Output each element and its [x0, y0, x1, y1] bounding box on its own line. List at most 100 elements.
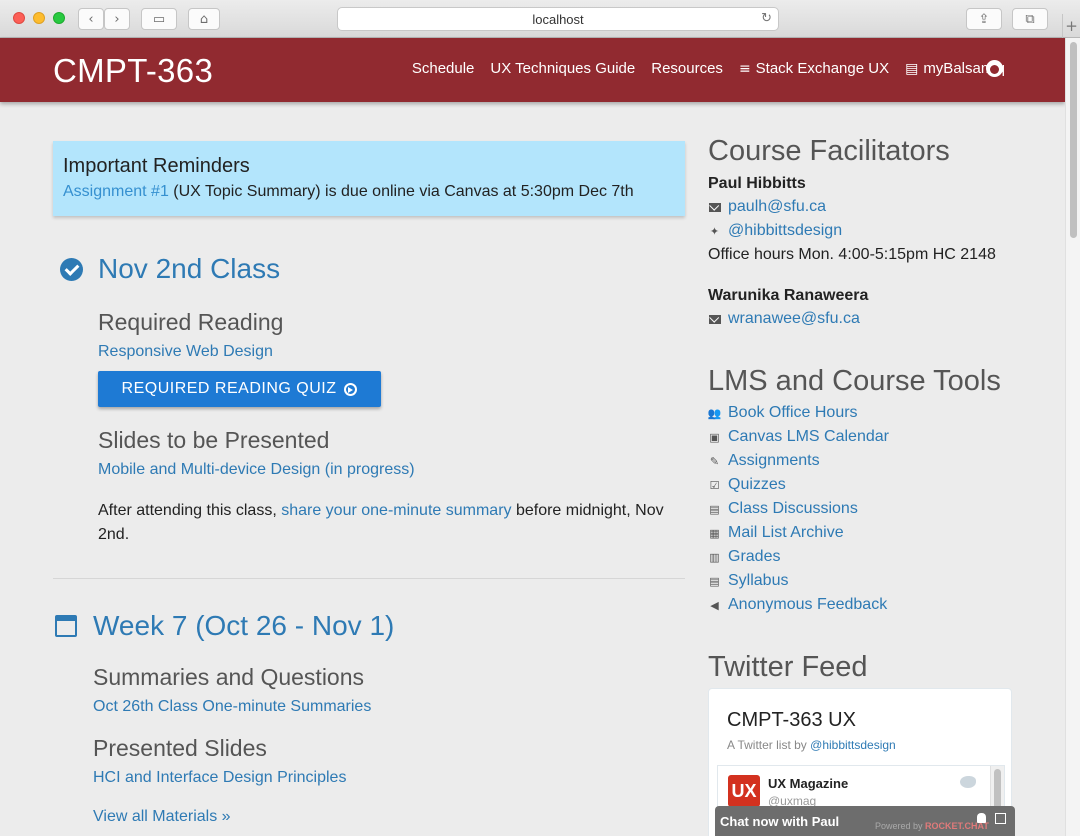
tweet-author-name[interactable]: UX Magazine	[768, 776, 848, 791]
nav-link-stack-exchange[interactable]: ≡ Stack Exchange UX	[739, 60, 889, 77]
lms-item-label: Syllabus	[728, 572, 789, 589]
sidebar-icon: ▭	[152, 11, 166, 27]
lms-item-assignments[interactable]: ✎ Assignments	[708, 452, 820, 470]
facilitator1-email[interactable]: paulh@sfu.ca	[728, 198, 826, 216]
presented-slides-heading: Presented Slides	[93, 735, 267, 761]
lms-item-label: Anonymous Feedback	[728, 596, 888, 613]
facilitator1-email-row: paulh@sfu.ca	[708, 198, 826, 216]
chat-label: Chat now with Paul	[720, 814, 840, 829]
chevron-right-icon: ›	[114, 11, 120, 27]
megaphone-icon: ◀	[710, 598, 719, 612]
lms-item-grades[interactable]: ▥ Grades	[708, 548, 780, 566]
summaries-link[interactable]: Oct 26th Class One-minute Summaries	[93, 698, 371, 716]
lms-item-book-office-hours[interactable]: 👥 Book Office Hours	[708, 404, 858, 422]
twitter-bird-icon	[960, 776, 976, 788]
office-hours-text: Office hours Mon. 4:00-5:15pm HC 2148	[708, 246, 996, 263]
chat-widget[interactable]: Chat now with Paul Powered by ROCKET.CHA…	[715, 806, 1015, 836]
assignment-link[interactable]: Assignment #1	[63, 183, 169, 200]
reading-quiz-button[interactable]: REQUIRED READING QUIZ	[98, 371, 381, 407]
lms-item-canvas-calendar[interactable]: ▣ Canvas LMS Calendar	[708, 428, 889, 446]
facilitator1-twitter[interactable]: @hibbittsdesign	[728, 222, 842, 240]
site-brand[interactable]: CMPT-363	[53, 52, 213, 90]
week7-section-heading: Week 7 (Oct 26 - Nov 1)	[55, 610, 394, 642]
double-chevron-icon: »	[221, 808, 231, 825]
check-circle-icon	[60, 257, 83, 281]
tabs-button[interactable]: ⧉	[1012, 8, 1048, 30]
discussion-icon: ▤	[709, 502, 720, 516]
nav-link-resources[interactable]: Resources	[651, 60, 723, 77]
chevron-left-icon: ‹	[88, 11, 94, 27]
after-prefix: After attending this class,	[98, 502, 282, 519]
home-button[interactable]: ⌂	[188, 8, 220, 30]
twitter-sub-prefix: A Twitter list by	[727, 738, 811, 752]
url-text: localhost	[532, 11, 584, 27]
email-icon	[708, 201, 721, 214]
lms-item-label: Assignments	[728, 452, 820, 469]
nav-links: Schedule UX Techniques Guide Resources ≡…	[412, 60, 1005, 77]
after-class-text: After attending this class, share your o…	[98, 499, 678, 547]
nav-link-ux-guide[interactable]: UX Techniques Guide	[490, 60, 635, 77]
people-icon: 👥	[707, 406, 722, 420]
tabs-icon: ⧉	[1025, 11, 1035, 27]
zoom-window-button[interactable]	[53, 12, 65, 24]
close-window-button[interactable]	[13, 12, 25, 24]
lms-item-syllabus[interactable]: ▤ Syllabus	[708, 572, 788, 590]
reminder-text: Assignment #1 (UX Topic Summary) is due …	[63, 183, 675, 201]
facilitator2-email[interactable]: wranawee@sfu.ca	[728, 310, 860, 328]
reminder-title: Important Reminders	[63, 155, 250, 177]
section-divider	[53, 578, 685, 579]
presented-slides-link[interactable]: HCI and Interface Design Principles	[93, 769, 346, 787]
facilitator2-name: Warunika Ranaweera	[708, 287, 869, 304]
chat-powered-label: Powered by	[875, 821, 923, 831]
bell-icon[interactable]	[977, 813, 986, 823]
stack-exchange-icon: ≡	[738, 60, 751, 77]
lms-item-anonymous-feedback[interactable]: ◀ Anonymous Feedback	[708, 596, 887, 614]
forward-button[interactable]: ›	[104, 8, 130, 30]
new-tab-button[interactable]: +	[1062, 14, 1080, 38]
archive-icon: ▦	[709, 526, 720, 540]
address-bar[interactable]: localhost ↻	[337, 7, 779, 31]
lms-item-quizzes[interactable]: ☑ Quizzes	[708, 476, 786, 494]
reload-icon[interactable]: ↻	[761, 11, 772, 26]
reading-quiz-label: REQUIRED READING QUIZ	[121, 380, 337, 397]
popout-icon[interactable]	[995, 813, 1006, 824]
balsamiq-icon: ▤	[905, 60, 919, 77]
scrollbar-thumb[interactable]	[1070, 42, 1077, 238]
week7-title[interactable]: Week 7 (Oct 26 - Nov 1)	[93, 610, 394, 642]
facilitator1-name: Paul Hibbitts	[708, 175, 806, 192]
calculator-icon: ▥	[709, 550, 720, 564]
twitter-bird-icon: ✦	[709, 224, 720, 238]
minimize-window-button[interactable]	[33, 12, 45, 24]
calendar-icon	[55, 615, 77, 637]
back-button[interactable]: ‹	[78, 8, 104, 30]
share-button[interactable]: ⇪	[966, 8, 1002, 30]
twitter-list-title[interactable]: CMPT-363 UX	[727, 709, 856, 732]
browser-toolbar: ‹ › ▭ ⌂ localhost ↻ ⇪ ⧉ +	[0, 0, 1080, 38]
lms-item-label: Mail List Archive	[728, 524, 844, 541]
reminder-box: Important Reminders Assignment #1 (UX To…	[53, 141, 685, 216]
reading-link[interactable]: Responsive Web Design	[98, 343, 273, 361]
twitter-list-subtitle: A Twitter list by @hibbittsdesign	[727, 738, 896, 752]
lms-heading: LMS and Course Tools	[708, 365, 1001, 397]
lms-item-mail-list-archive[interactable]: ▦ Mail List Archive	[708, 524, 844, 542]
summary-link[interactable]: share your one-minute summary	[281, 502, 511, 519]
site-navbar: CMPT-363 Schedule UX Techniques Guide Re…	[0, 38, 1065, 102]
nov2-title[interactable]: Nov 2nd Class	[98, 253, 280, 285]
view-all-materials-link[interactable]: View all Materials »	[93, 808, 231, 826]
twitter-list-author-link[interactable]: @hibbittsdesign	[810, 738, 896, 752]
pencil-icon: ✎	[709, 454, 720, 468]
view-all-label: View all Materials	[93, 808, 218, 825]
twitter-feed-heading: Twitter Feed	[708, 651, 868, 683]
page-scrollbar[interactable]	[1065, 38, 1080, 836]
lms-item-label: Canvas LMS Calendar	[728, 428, 889, 445]
document-icon: ▤	[709, 574, 720, 588]
github-icon[interactable]	[986, 60, 1003, 77]
share-icon: ⇪	[978, 11, 990, 27]
avatar[interactable]: UX	[728, 775, 760, 807]
lms-item-class-discussions[interactable]: ▤ Class Discussions	[708, 500, 858, 518]
required-reading-heading: Required Reading	[98, 309, 284, 335]
slides-link[interactable]: Mobile and Multi-device Design (in progr…	[98, 461, 415, 479]
home-icon: ⌂	[199, 11, 209, 27]
sidebar-toggle-button[interactable]: ▭	[141, 8, 177, 30]
nav-link-schedule[interactable]: Schedule	[412, 60, 475, 77]
